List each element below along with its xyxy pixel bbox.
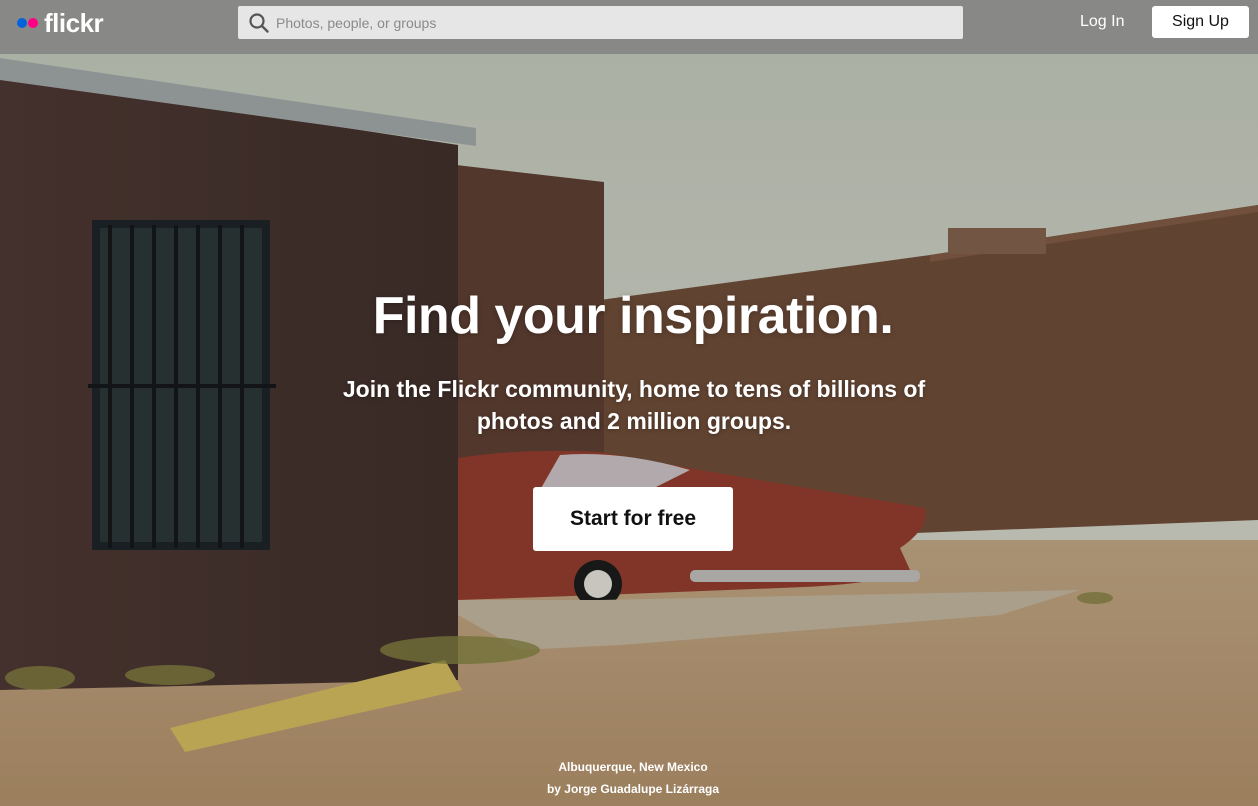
top-navigation-bar: flickr Log In Sign Up <box>0 0 1258 54</box>
signup-button[interactable]: Sign Up <box>1152 6 1249 38</box>
login-link[interactable]: Log In <box>1080 12 1124 32</box>
flickr-logo[interactable]: flickr <box>17 8 104 38</box>
photo-location[interactable]: Albuquerque, New Mexico <box>0 756 1258 778</box>
logo-blue-dot-icon <box>17 18 27 28</box>
photo-credit: Albuquerque, New Mexico by Jorge Guadalu… <box>0 756 1258 800</box>
search-input[interactable] <box>276 6 956 39</box>
search-box <box>238 6 963 39</box>
logo-text: flickr <box>44 8 104 38</box>
hero-subline: Join the Flickr community, home to tens … <box>342 376 926 434</box>
search-icon[interactable] <box>248 12 270 34</box>
start-for-free-button[interactable]: Start for free <box>533 487 733 551</box>
hero-headline: Find your inspiration. <box>372 287 894 345</box>
photo-author[interactable]: by Jorge Guadalupe Lizárraga <box>0 778 1258 800</box>
logo-pink-dot-icon <box>28 18 38 28</box>
